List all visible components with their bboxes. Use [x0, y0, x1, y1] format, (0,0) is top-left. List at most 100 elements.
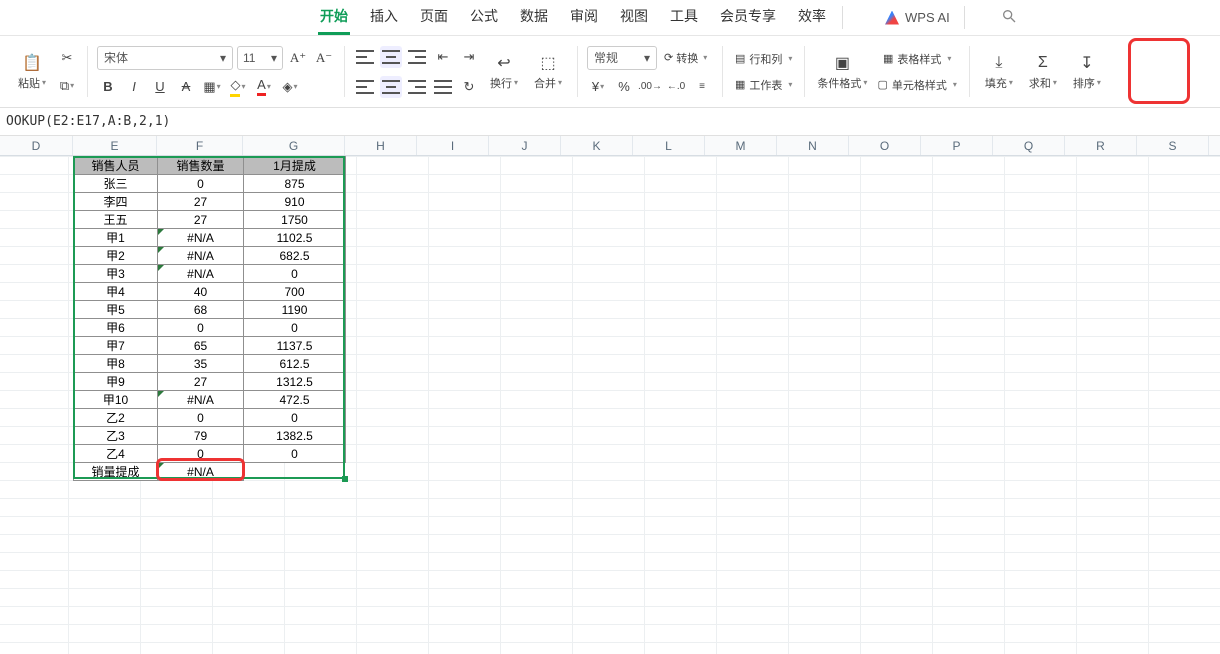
- wps-ai-brand[interactable]: WPS AI: [885, 10, 950, 25]
- number-format-select[interactable]: 常规▾: [587, 46, 657, 70]
- tab-start[interactable]: 开始: [318, 0, 350, 35]
- cell[interactable]: 700: [244, 283, 346, 301]
- autosum-button[interactable]: Σ 求和▾: [1023, 51, 1063, 93]
- sort-button[interactable]: ↧ 排序▾: [1067, 51, 1107, 93]
- col-header-M[interactable]: M: [705, 136, 777, 155]
- cell[interactable]: 0: [244, 265, 346, 283]
- orientation-button[interactable]: ↻: [458, 76, 480, 98]
- cell[interactable]: 甲7: [74, 337, 158, 355]
- borders-button[interactable]: ▦▾: [201, 76, 223, 98]
- table-row[interactable]: 甲5681190: [74, 301, 346, 319]
- cell[interactable]: 910: [244, 193, 346, 211]
- col-header-F[interactable]: F: [157, 136, 243, 155]
- cell-style-button[interactable]: ▢ 单元格样式▾: [874, 75, 959, 95]
- cell[interactable]: 27: [158, 211, 244, 229]
- col-header-D[interactable]: D: [0, 136, 73, 155]
- table-row[interactable]: 甲10#N/A472.5: [74, 391, 346, 409]
- col-header-L[interactable]: L: [633, 136, 705, 155]
- cell[interactable]: 甲5: [74, 301, 158, 319]
- cell[interactable]: 0: [158, 175, 244, 193]
- cell[interactable]: 甲3: [74, 265, 158, 283]
- col-header-K[interactable]: K: [561, 136, 633, 155]
- cell[interactable]: [244, 463, 346, 481]
- align-right-button[interactable]: [406, 76, 428, 98]
- cell[interactable]: #N/A: [158, 265, 244, 283]
- tab-page[interactable]: 页面: [418, 0, 450, 35]
- table-footer-row[interactable]: 销量提成#N/A: [74, 463, 346, 481]
- cell[interactable]: 张三: [74, 175, 158, 193]
- cell[interactable]: 乙3: [74, 427, 158, 445]
- cell[interactable]: 35: [158, 355, 244, 373]
- cell[interactable]: 0: [158, 409, 244, 427]
- table-row[interactable]: 甲835612.5: [74, 355, 346, 373]
- cell[interactable]: 0: [158, 319, 244, 337]
- table-row[interactable]: 乙200: [74, 409, 346, 427]
- cell[interactable]: 甲10: [74, 391, 158, 409]
- justify-button[interactable]: [432, 76, 454, 98]
- col-header-H[interactable]: H: [345, 136, 417, 155]
- cell[interactable]: 1102.5: [244, 229, 346, 247]
- tab-formula[interactable]: 公式: [468, 0, 500, 35]
- selection-handle[interactable]: [342, 476, 348, 482]
- cell[interactable]: 乙2: [74, 409, 158, 427]
- cut-button[interactable]: ✂: [56, 47, 78, 69]
- align-bottom-button[interactable]: [406, 46, 428, 68]
- cell[interactable]: #N/A: [158, 229, 244, 247]
- table-row[interactable]: 甲600: [74, 319, 346, 337]
- cell[interactable]: 612.5: [244, 355, 346, 373]
- table-header[interactable]: 1月提成: [244, 157, 346, 175]
- cell[interactable]: 0: [244, 445, 346, 463]
- tab-view[interactable]: 视图: [618, 0, 650, 35]
- worksheet-button[interactable]: ▦ 工作表▾: [732, 75, 795, 95]
- table-row[interactable]: 王五271750: [74, 211, 346, 229]
- fill-color-button[interactable]: ◇▾: [227, 76, 249, 98]
- tab-tools[interactable]: 工具: [668, 0, 700, 35]
- cell[interactable]: 68: [158, 301, 244, 319]
- cell[interactable]: 1382.5: [244, 427, 346, 445]
- cell[interactable]: 1190: [244, 301, 346, 319]
- cell[interactable]: 79: [158, 427, 244, 445]
- copy-button[interactable]: ⧉▾: [56, 75, 78, 97]
- col-header-S[interactable]: S: [1137, 136, 1209, 155]
- col-header-N[interactable]: N: [777, 136, 849, 155]
- cell[interactable]: 王五: [74, 211, 158, 229]
- decrease-indent-button[interactable]: ⇤: [432, 46, 454, 68]
- cell[interactable]: #N/A: [158, 463, 244, 481]
- strikethrough-button[interactable]: A: [175, 76, 197, 98]
- bold-button[interactable]: B: [97, 76, 119, 98]
- col-header-P[interactable]: P: [921, 136, 993, 155]
- cell[interactable]: 0: [244, 319, 346, 337]
- align-left-button[interactable]: [354, 76, 376, 98]
- formula-bar[interactable]: OOKUP(E2:E17,A:B,2,1): [0, 108, 1220, 136]
- italic-button[interactable]: I: [123, 76, 145, 98]
- cell[interactable]: 销量提成: [74, 463, 158, 481]
- increase-indent-button[interactable]: ⇥: [458, 46, 480, 68]
- font-color-button[interactable]: A▾: [253, 76, 275, 98]
- col-header-R[interactable]: R: [1065, 136, 1137, 155]
- underline-button[interactable]: U: [149, 76, 171, 98]
- cell[interactable]: 甲1: [74, 229, 158, 247]
- decrease-font-button[interactable]: A⁻: [313, 47, 335, 69]
- align-middle-button[interactable]: [380, 46, 402, 68]
- cell[interactable]: 李四: [74, 193, 158, 211]
- cell[interactable]: 甲6: [74, 319, 158, 337]
- wrap-text-button[interactable]: ↩ 换行▾: [484, 51, 524, 93]
- table-row[interactable]: 李四27910: [74, 193, 346, 211]
- thousands-button[interactable]: ≡: [691, 76, 713, 98]
- tab-insert[interactable]: 插入: [368, 0, 400, 35]
- clear-format-button[interactable]: ◈▾: [279, 76, 301, 98]
- conditional-format-button[interactable]: ▣ 条件格式▾: [814, 51, 870, 93]
- col-header-G[interactable]: G: [243, 136, 345, 155]
- table-row[interactable]: 甲1#N/A1102.5: [74, 229, 346, 247]
- cell[interactable]: 1750: [244, 211, 346, 229]
- align-top-button[interactable]: [354, 46, 376, 68]
- col-header-Q[interactable]: Q: [993, 136, 1065, 155]
- cell[interactable]: 682.5: [244, 247, 346, 265]
- tab-member[interactable]: 会员专享: [718, 0, 778, 35]
- table-row[interactable]: 甲9271312.5: [74, 373, 346, 391]
- percent-button[interactable]: %: [613, 76, 635, 98]
- table-style-button[interactable]: ▦ 表格样式▾: [874, 49, 959, 69]
- cell[interactable]: #N/A: [158, 391, 244, 409]
- cell[interactable]: 875: [244, 175, 346, 193]
- tab-efficiency[interactable]: 效率: [796, 0, 828, 35]
